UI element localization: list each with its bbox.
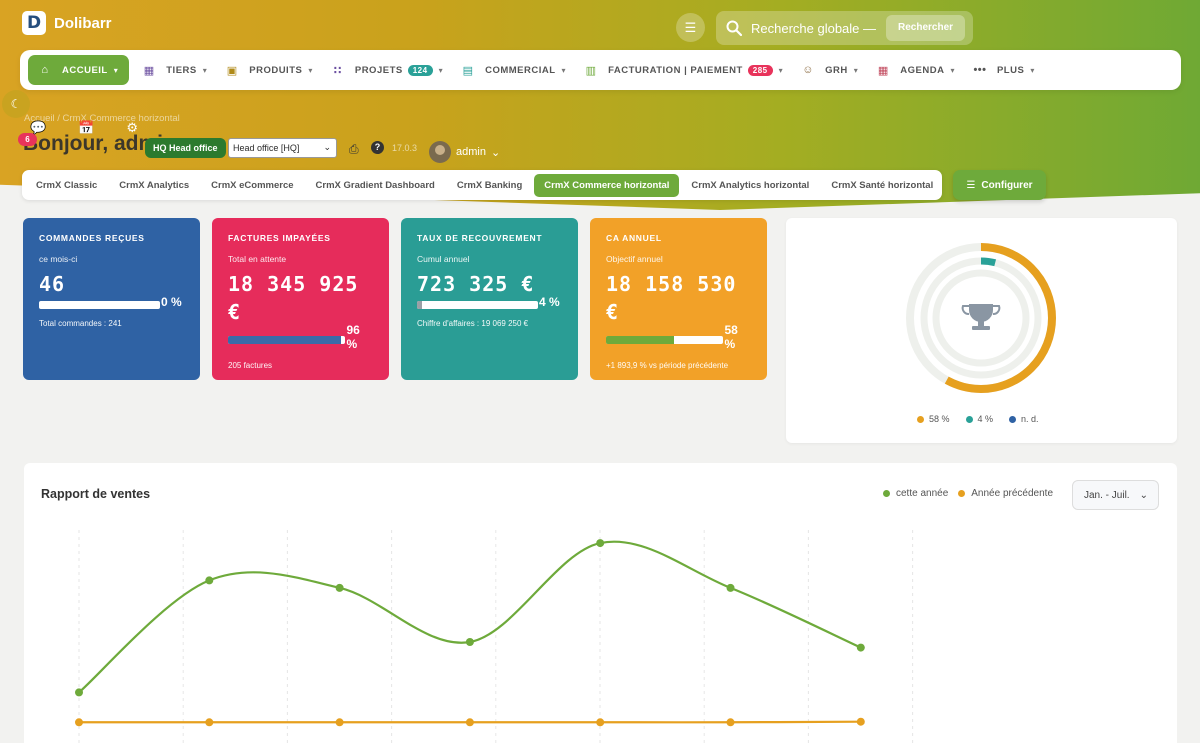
series-line-0	[78, 540, 862, 694]
data-point[interactable]	[596, 718, 605, 727]
data-point[interactable]	[856, 643, 865, 652]
data-point[interactable]	[596, 539, 605, 548]
data-point[interactable]	[335, 583, 344, 592]
data-point[interactable]	[75, 688, 83, 697]
data-point[interactable]	[205, 576, 214, 585]
data-point[interactable]	[856, 717, 865, 726]
data-point[interactable]	[726, 718, 735, 727]
data-point[interactable]	[335, 718, 344, 727]
sales-line-chart	[75, 530, 914, 743]
data-point[interactable]	[726, 583, 735, 592]
data-point[interactable]	[465, 718, 474, 727]
data-point[interactable]	[465, 638, 474, 646]
data-point[interactable]	[75, 718, 83, 727]
data-point[interactable]	[205, 718, 214, 727]
